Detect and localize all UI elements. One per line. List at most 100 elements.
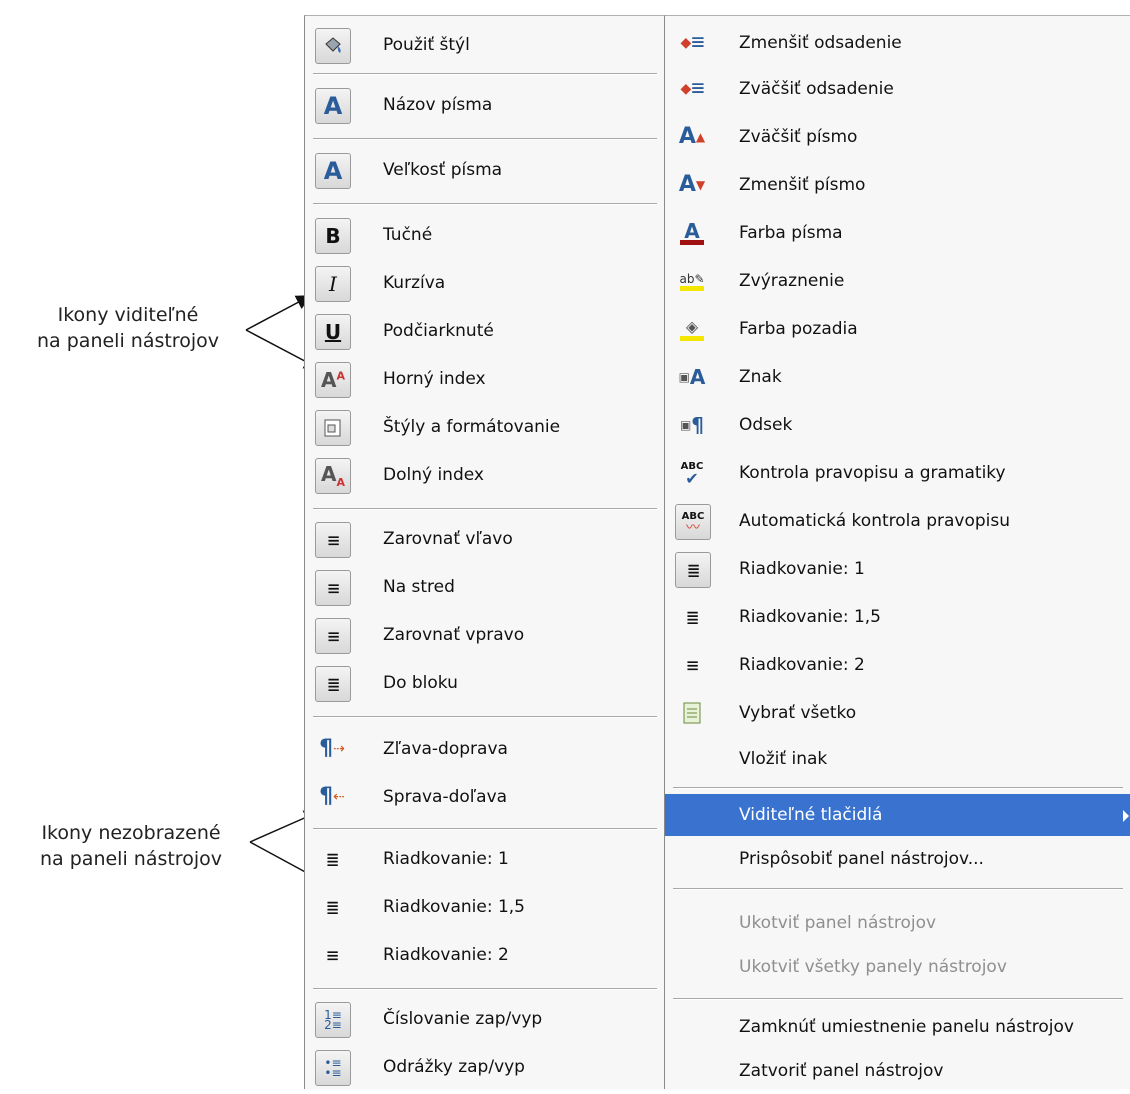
menu-item-align-right[interactable]: ≡ Zarovnať vpravo xyxy=(305,612,665,658)
italic-icon: I xyxy=(315,266,351,302)
menu-item-align-center[interactable]: ≡ Na stred xyxy=(305,564,665,610)
arrow-to-italic xyxy=(245,295,312,331)
menu-item-font-color[interactable]: A Farba písma xyxy=(665,210,1130,256)
menu-item-label: Riadkovanie: 2 xyxy=(739,655,865,675)
menu-item-label: Znak xyxy=(739,367,782,387)
menu-item-dock-all-toolbars[interactable]: Ukotviť všetky panely nástrojov xyxy=(665,944,1130,990)
menu-item-line-spacing-2[interactable]: ≡ Riadkovanie: 2 xyxy=(665,642,1130,688)
menu-item-label: Ukotviť všetky panely nástrojov xyxy=(739,957,1007,977)
annotation-arrows xyxy=(245,295,322,881)
menu-item-apply-style[interactable]: Použiť štýl xyxy=(305,22,665,68)
line-spacing-15-icon: ≣ xyxy=(686,605,698,629)
menu-item-label: Použiť štýl xyxy=(383,35,470,55)
menu-item-label: Zľava-doprava xyxy=(383,739,508,759)
line-spacing-1-icon: ≣ xyxy=(326,847,338,871)
menu-item-underline[interactable]: U Podčiarknuté xyxy=(305,308,665,354)
menu-item-dock-toolbar[interactable]: Ukotviť panel nástrojov xyxy=(665,900,1130,946)
superscript-icon: AA xyxy=(315,362,351,398)
separator xyxy=(673,787,1123,789)
font-size-icon: A xyxy=(315,153,351,189)
increase-indent-icon: ◆ ≡ xyxy=(680,76,704,101)
menu-item-label: Zatvoriť panel nástrojov xyxy=(739,1061,944,1081)
menu-item-select-all[interactable]: Vybrať všetko xyxy=(665,690,1130,736)
menu-item-numbering[interactable]: 1≡ 2≡ Číslovanie zap/vyp xyxy=(305,996,665,1042)
menu-item-label: Vložiť inak xyxy=(739,749,828,769)
menu-item-grow-font[interactable]: A ▲ Zväčšiť písmo xyxy=(665,114,1130,160)
menu-item-label: Sprava-doľava xyxy=(383,787,508,807)
font-color-icon: A xyxy=(675,216,709,250)
menu-item-label: Zväčšiť písmo xyxy=(739,127,858,147)
menu-item-autospell[interactable]: ABC 〰 Automatická kontrola pravopisu xyxy=(665,498,1130,544)
menu-item-line-spacing-1[interactable]: ≣ Riadkovanie: 1 xyxy=(665,546,1130,592)
menu-item-subscript[interactable]: AA Dolný index xyxy=(305,452,665,498)
align-center-icon: ≡ xyxy=(315,570,351,606)
ltr-icon: ¶ ⇢ xyxy=(319,736,345,761)
separator xyxy=(313,508,657,510)
menu-item-paste-special[interactable]: Vložiť inak xyxy=(665,736,1130,782)
line-spacing-2-icon: ≡ xyxy=(686,653,698,677)
highlight-icon: ab✎ xyxy=(675,264,709,298)
toolbar-context-menu: ◆ ≡ Zmenšiť odsadenie ◆ ≡ Zväčšiť odsadeni… xyxy=(664,15,1130,1089)
menu-item-label: Farba pozadia xyxy=(739,319,858,339)
separator xyxy=(313,988,657,990)
menu-item-paragraph[interactable]: ▣ ¶ Odsek xyxy=(665,402,1130,448)
menu-item-label: Podčiarknuté xyxy=(383,321,494,341)
menu-item-label: Horný index xyxy=(383,369,486,389)
menu-item-label: Do bloku xyxy=(383,673,458,693)
separator xyxy=(673,888,1123,890)
menu-item-bold[interactable]: B Tučné xyxy=(305,212,665,258)
menu-item-bullets[interactable]: •≡ •≡ Odrážky zap/vyp xyxy=(305,1044,665,1090)
menu-item-italic[interactable]: I Kurzíva xyxy=(305,260,665,306)
menu-item-label: Zvýraznenie xyxy=(739,271,845,291)
menu-item-label: Dolný index xyxy=(383,465,484,485)
menu-item-ltr[interactable]: ¶ ⇢ Zľava-doprava xyxy=(305,726,665,772)
visible-buttons-submenu: Použiť štýl A Názov písma A Veľkosť písm… xyxy=(304,15,665,1089)
grow-font-icon: A ▲ xyxy=(678,124,706,149)
separator xyxy=(313,828,657,830)
menu-item-line-spacing-15[interactable]: ≣ Riadkovanie: 1,5 xyxy=(665,594,1130,640)
menu-item-line-spacing-15[interactable]: ≣ Riadkovanie: 1,5 xyxy=(305,884,665,930)
menu-item-increase-indent[interactable]: ◆ ≡ Zväčšiť odsadenie xyxy=(665,66,1130,112)
menu-item-line-spacing-1[interactable]: ≣ Riadkovanie: 1 xyxy=(305,836,665,882)
menu-item-background-color[interactable]: ◈ Farba pozadia xyxy=(665,306,1130,352)
separator xyxy=(313,716,657,718)
menu-item-label: Ukotviť panel nástrojov xyxy=(739,913,937,933)
menu-item-font-name[interactable]: A Názov písma xyxy=(305,82,665,128)
menu-item-label: Riadkovanie: 1,5 xyxy=(383,897,525,917)
align-right-icon: ≡ xyxy=(315,618,351,654)
menu-item-close-toolbar[interactable]: Zatvoriť panel nástrojov xyxy=(665,1048,1130,1094)
menu-item-rtl[interactable]: ¶ ⇠ Sprava-doľava xyxy=(305,774,665,820)
menu-item-label: Prispôsobiť panel nástrojov... xyxy=(739,849,984,869)
menu-item-character[interactable]: ▣ A Znak xyxy=(665,354,1130,400)
menu-item-label: Odsek xyxy=(739,415,793,435)
menu-item-label: Tučné xyxy=(383,225,433,245)
submenu-arrow-icon xyxy=(1123,810,1129,822)
paragraph-icon: ▣ ¶ xyxy=(679,413,705,437)
menu-item-label: Zväčšiť odsadenie xyxy=(739,79,894,99)
menu-item-justify[interactable]: ≣ Do bloku xyxy=(305,660,665,706)
separator xyxy=(673,998,1123,1000)
menu-item-font-size[interactable]: A Veľkosť písma xyxy=(305,147,665,193)
separator xyxy=(313,138,657,140)
menu-item-superscript[interactable]: AA Horný index xyxy=(305,356,665,402)
menu-item-label: Číslovanie zap/vyp xyxy=(383,1009,543,1029)
menu-item-styles-formatting[interactable]: Štýly a formátovanie xyxy=(305,404,665,450)
menu-item-shrink-font[interactable]: A ▼ Zmenšiť písmo xyxy=(665,162,1130,208)
numbering-icon: 1≡ 2≡ xyxy=(315,1002,351,1038)
subscript-icon: AA xyxy=(315,458,351,494)
menu-item-label: Zmenšiť písmo xyxy=(739,175,866,195)
menu-item-align-left[interactable]: ≡ Zarovnať vľavo xyxy=(305,516,665,562)
menu-item-customize-toolbar[interactable]: Prispôsobiť panel nástrojov... xyxy=(665,836,1130,882)
menu-item-label: Automatická kontrola pravopisu xyxy=(739,511,1010,531)
bold-icon: B xyxy=(315,218,351,254)
menu-item-spellcheck[interactable]: ABC ✔ Kontrola pravopisu a gramatiky xyxy=(665,450,1130,496)
menu-item-line-spacing-2[interactable]: ≡ Riadkovanie: 2 xyxy=(305,932,665,978)
menu-item-highlight[interactable]: ab✎ Zvýraznenie xyxy=(665,258,1130,304)
character-icon: ▣ A xyxy=(678,365,706,389)
menu-item-label: Zamknúť umiestnenie panelu nástrojov xyxy=(739,1017,1074,1037)
menu-item-label: Riadkovanie: 1,5 xyxy=(739,607,881,627)
menu-item-label: Na stred xyxy=(383,577,455,597)
menu-item-lock-toolbar[interactable]: Zamknúť umiestnenie panelu nástrojov xyxy=(665,1004,1130,1050)
menu-item-decrease-indent[interactable]: ◆ ≡ Zmenšiť odsadenie xyxy=(665,20,1130,66)
menu-item-visible-buttons[interactable]: Viditeľné tlačidlá xyxy=(665,794,1130,836)
